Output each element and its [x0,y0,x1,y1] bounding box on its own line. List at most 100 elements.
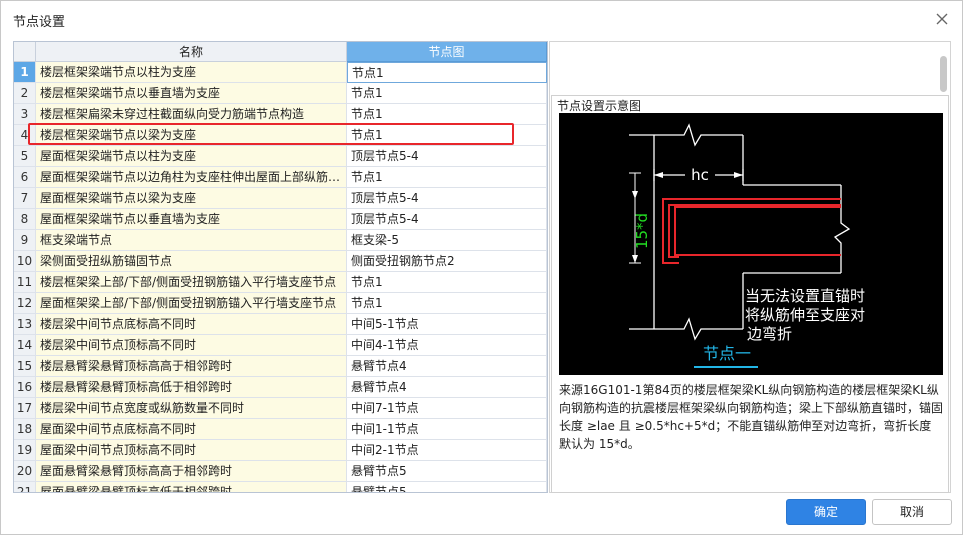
row-index[interactable]: 20 [14,461,36,482]
row-name-cell[interactable]: 楼层框架梁端节点以柱为支座 [36,62,347,83]
row-name-cell[interactable]: 屋面框架梁上部/下部/侧面受扭钢筋锚入平行墙支座节点 [36,293,347,314]
row-index[interactable]: 1 [14,62,36,83]
table-row[interactable]: 7 屋面框架梁端节点以梁为支座 顶层节点5-4 [14,188,547,209]
table-row[interactable]: 3 楼层框架扁梁未穿过柱截面纵向受力筋端节点构造 节点1 [14,104,547,125]
row-node-cell[interactable]: 顶层节点5-4 [347,146,547,167]
table-row[interactable]: 14 楼层梁中间节点顶标高不同时 中间4-1节点 [14,335,547,356]
row-index[interactable]: 9 [14,230,36,251]
row-node-cell[interactable]: 侧面受扭钢筋节点2 [347,251,547,272]
row-index[interactable]: 11 [14,272,36,293]
header-index-cell [14,42,36,62]
dialog-title: 节点设置 [13,15,66,30]
note-line-2: 将纵筋伸至支座对 [745,306,865,324]
row-node-cell[interactable]: 节点1 [347,62,547,83]
row-node-cell[interactable]: 悬臂节点4 [347,377,547,398]
cancel-button[interactable]: 取消 [872,499,952,525]
row-index[interactable]: 21 [14,482,36,492]
table-row[interactable]: 5 屋面框架梁端节点以柱为支座 顶层节点5-4 [14,146,547,167]
table-row[interactable]: 6 屋面框架梁端节点以边角柱为支座柱伸出屋面上部纵筋… 节点1 [14,167,547,188]
ok-button[interactable]: 确定 [786,499,866,525]
title-bar: 节点设置 [1,1,962,37]
row-index[interactable]: 17 [14,398,36,419]
row-node-cell[interactable]: 框支梁-5 [347,230,547,251]
diagram-caption: 节点一 [703,344,751,363]
scrollbar-thumb[interactable] [940,56,947,92]
table-row[interactable]: 1 楼层框架梁端节点以柱为支座 节点1 [14,62,547,83]
row-node-cell[interactable]: 中间7-1节点 [347,398,547,419]
row-node-cell[interactable]: 节点1 [347,293,547,314]
row-node-cell[interactable]: 中间2-1节点 [347,440,547,461]
row-index[interactable]: 3 [14,104,36,125]
row-name-cell[interactable]: 楼层悬臂梁悬臂顶标高低于相邻跨时 [36,377,347,398]
table-row[interactable]: 21 屋面悬臂梁悬臂顶标高低于相邻跨时 悬臂节点5 [14,482,547,492]
row-name-cell[interactable]: 楼层梁中间节点顶标高不同时 [36,335,347,356]
row-node-cell[interactable]: 节点1 [347,83,547,104]
row-node-cell[interactable]: 中间5-1节点 [347,314,547,335]
table-row[interactable]: 12 屋面框架梁上部/下部/侧面受扭钢筋锚入平行墙支座节点 节点1 [14,293,547,314]
header-name[interactable]: 名称 [36,42,347,62]
row-index[interactable]: 2 [14,83,36,104]
table-header: 名称 节点图 [14,42,547,62]
row-index[interactable]: 18 [14,419,36,440]
row-index[interactable]: 15 [14,356,36,377]
row-node-cell[interactable]: 顶层节点5-4 [347,209,547,230]
note-line-3: 边弯折 [747,325,792,343]
table-row[interactable]: 18 屋面梁中间节点底标高不同时 中间1-1节点 [14,419,547,440]
row-index[interactable]: 4 [14,125,36,146]
table-row[interactable]: 20 屋面悬臂梁悬臂顶标高高于相邻跨时 悬臂节点5 [14,461,547,482]
row-index[interactable]: 8 [14,209,36,230]
row-index[interactable]: 13 [14,314,36,335]
table-row[interactable]: 8 屋面框架梁端节点以垂直墙为支座 顶层节点5-4 [14,209,547,230]
row-name-cell[interactable]: 屋面悬臂梁悬臂顶标高低于相邻跨时 [36,482,347,492]
row-node-cell[interactable]: 节点1 [347,125,547,146]
row-name-cell[interactable]: 屋面框架梁端节点以边角柱为支座柱伸出屋面上部纵筋… [36,167,347,188]
row-index[interactable]: 12 [14,293,36,314]
row-name-cell[interactable]: 楼层框架梁端节点以梁为支座 [36,125,347,146]
row-name-cell[interactable]: 楼层梁中间节点底标高不同时 [36,314,347,335]
row-index[interactable]: 7 [14,188,36,209]
table-row[interactable]: 4 楼层框架梁端节点以梁为支座 节点1 [14,125,547,146]
table-row[interactable]: 11 楼层框架梁上部/下部/侧面受扭钢筋锚入平行墙支座节点 节点1 [14,272,547,293]
table-row[interactable]: 17 楼层梁中间节点宽度或纵筋数量不同时 中间7-1节点 [14,398,547,419]
table-row[interactable]: 15 楼层悬臂梁悬臂顶标高高于相邻跨时 悬臂节点4 [14,356,547,377]
row-node-cell[interactable]: 悬臂节点4 [347,356,547,377]
close-icon[interactable] [933,10,951,28]
row-name-cell[interactable]: 屋面梁中间节点顶标高不同时 [36,440,347,461]
row-name-cell[interactable]: 楼层框架梁端节点以垂直墙为支座 [36,83,347,104]
row-node-cell[interactable]: 节点1 [347,104,547,125]
row-node-cell[interactable]: 节点1 [347,167,547,188]
row-node-cell[interactable]: 悬臂节点5 [347,461,547,482]
row-name-cell[interactable]: 楼层悬臂梁悬臂顶标高高于相邻跨时 [36,356,347,377]
row-name-cell[interactable]: 屋面框架梁端节点以柱为支座 [36,146,347,167]
row-name-cell[interactable]: 楼层框架扁梁未穿过柱截面纵向受力筋端节点构造 [36,104,347,125]
row-index[interactable]: 10 [14,251,36,272]
row-index[interactable]: 14 [14,335,36,356]
row-index[interactable]: 16 [14,377,36,398]
preview-description: 来源16G101-1第84页的楼层框架梁KL纵向钢筋构造的楼层框架梁KL纵向钢筋… [559,383,944,451]
row-name-cell[interactable]: 屋面悬臂梁悬臂顶标高高于相邻跨时 [36,461,347,482]
row-name-cell[interactable]: 屋面框架梁端节点以梁为支座 [36,188,347,209]
table-row[interactable]: 16 楼层悬臂梁悬臂顶标高低于相邻跨时 悬臂节点4 [14,377,547,398]
row-name-cell[interactable]: 屋面框架梁端节点以垂直墙为支座 [36,209,347,230]
table-row[interactable]: 13 楼层梁中间节点底标高不同时 中间5-1节点 [14,314,547,335]
row-node-cell[interactable]: 节点1 [347,272,547,293]
row-node-cell[interactable]: 中间4-1节点 [347,335,547,356]
header-node-diagram[interactable]: 节点图 [347,42,547,62]
row-node-cell[interactable]: 中间1-1节点 [347,419,547,440]
node-diagram: hc 15*d 当无法设置直锚时 将纵筋伸至支座对 边弯折 节点一 [559,113,943,375]
row-name-cell[interactable]: 屋面梁中间节点底标高不同时 [36,419,347,440]
table-row[interactable]: 19 屋面梁中间节点顶标高不同时 中间2-1节点 [14,440,547,461]
table-row[interactable]: 10 梁侧面受扭纵筋锚固节点 侧面受扭钢筋节点2 [14,251,547,272]
row-name-cell[interactable]: 楼层框架梁上部/下部/侧面受扭钢筋锚入平行墙支座节点 [36,272,347,293]
row-name-cell[interactable]: 框支梁端节点 [36,230,347,251]
row-index[interactable]: 6 [14,167,36,188]
row-name-cell[interactable]: 梁侧面受扭纵筋锚固节点 [36,251,347,272]
table-row[interactable]: 2 楼层框架梁端节点以垂直墙为支座 节点1 [14,83,547,104]
row-index[interactable]: 5 [14,146,36,167]
row-index[interactable]: 19 [14,440,36,461]
table-row[interactable]: 9 框支梁端节点 框支梁-5 [14,230,547,251]
row-node-cell[interactable]: 悬臂节点5 [347,482,547,492]
row-node-cell[interactable]: 顶层节点5-4 [347,188,547,209]
row-name-cell[interactable]: 楼层梁中间节点宽度或纵筋数量不同时 [36,398,347,419]
node-settings-dialog: 节点设置 名称 节点图 1 楼层框架梁端节点以柱为支座 节点1 2 楼层框架梁端节点以垂… [0,0,963,535]
